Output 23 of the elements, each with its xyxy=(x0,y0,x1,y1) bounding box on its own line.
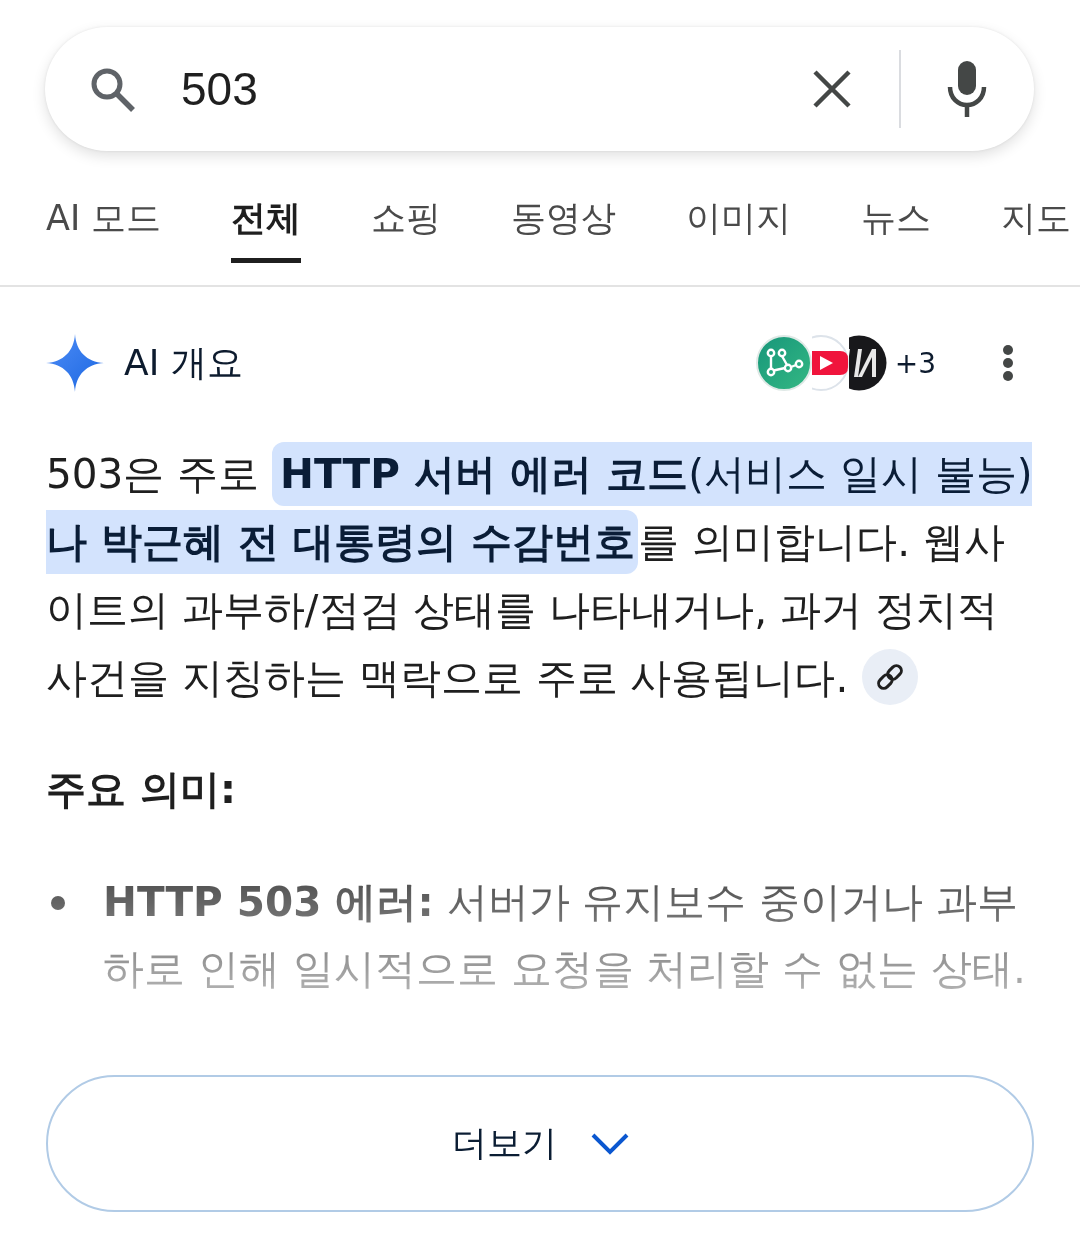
tab[interactable]: 뉴스 xyxy=(861,195,932,263)
tab[interactable]: 동영상 xyxy=(511,195,617,263)
dark-logo-icon[interactable] xyxy=(848,335,887,391)
bullet-text: HTTP 503 에러: 서버가 유지보수 중이거나 과부하로 인해 일시적으로 요청을 처리할 수 없는 상태. xyxy=(103,877,1027,995)
search-input[interactable]: 503 xyxy=(181,59,812,119)
play-button-icon[interactable] xyxy=(811,335,849,391)
more-options-icon[interactable] xyxy=(1002,344,1014,382)
summary-text: 503은 주로 HTTP 서버 에러 코드(서비스 일시 불능)나 박근혜 전 대통령의 수감번호를 의미합니다. 웹사이트의 과부하/점검 상태를 나타내거나, 과거 정치적 사건을 지칭하는 맥락으로 주로 사용됩니다. xyxy=(46,440,1042,712)
tab[interactable]: AI 모드 xyxy=(46,195,162,263)
overview-title: AI 개요 xyxy=(124,340,243,385)
chevron-down-icon xyxy=(590,1132,629,1155)
tab[interactable]: 지도 xyxy=(1001,195,1072,263)
bullet-icon xyxy=(51,896,65,910)
close-icon[interactable] xyxy=(812,69,852,109)
tab[interactable]: 쇼핑 xyxy=(371,195,442,263)
tab[interactable]: 이미지 xyxy=(686,195,792,263)
more-button[interactable]: 더보기 xyxy=(46,1075,1034,1212)
microphone-icon[interactable] xyxy=(947,61,987,117)
section-heading: 주요 의미: xyxy=(46,765,237,814)
link-icon[interactable] xyxy=(862,649,919,705)
tab[interactable]: 전체 xyxy=(231,195,302,263)
graph-nodes-icon[interactable] xyxy=(755,335,812,391)
source-count[interactable]: +3 xyxy=(894,346,936,380)
